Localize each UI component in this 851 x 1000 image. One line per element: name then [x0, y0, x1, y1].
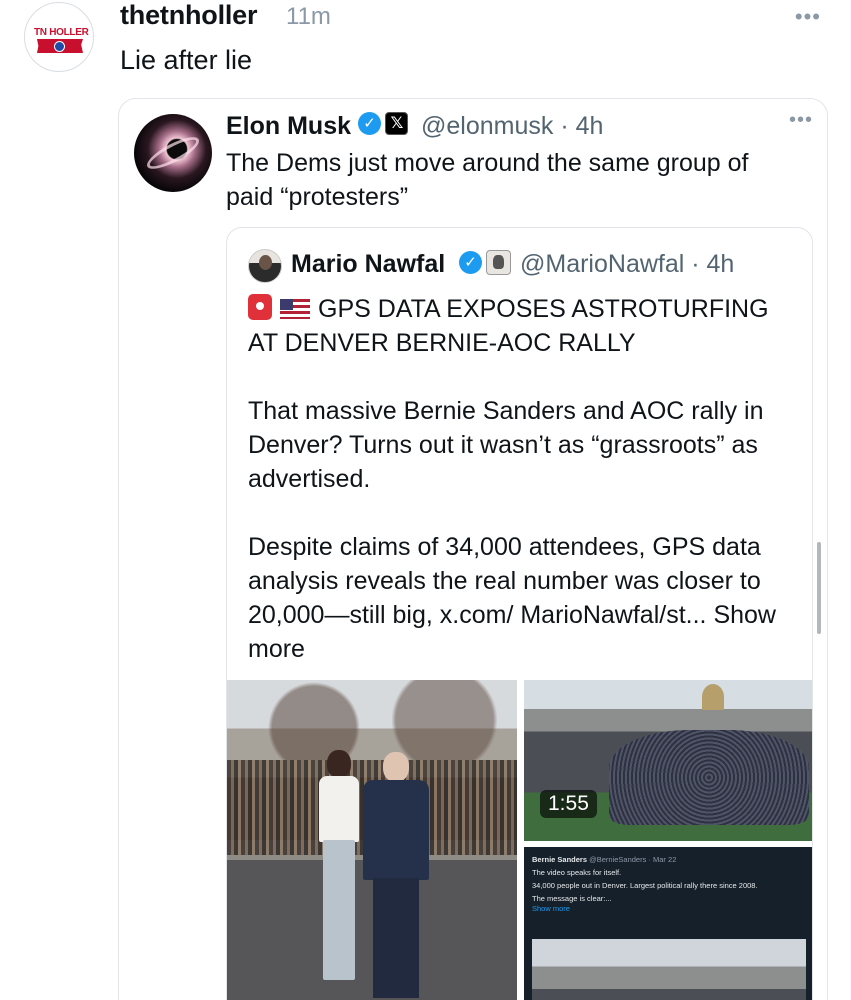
video-duration-badge: 1:55 [540, 790, 597, 818]
embedded-tweet-card: Bernie Sanders @BernieSanders · Mar 22 T… [532, 855, 806, 937]
embedded-tweet-screenshot[interactable]: Bernie Sanders @BernieSanders · Mar 22 T… [524, 847, 812, 1000]
trees-background [227, 680, 517, 760]
embedded-author-name: Bernie Sanders [532, 855, 588, 864]
nested-author-name[interactable]: Mario Nawfal [291, 250, 445, 279]
tn-holler-avatar[interactable]: TN HOLLER [24, 2, 94, 72]
nested-quoted-tweet[interactable]: Mario Nawfal ✓ @MarioNawfal · 4h GPS DAT… [226, 227, 813, 1000]
mario-nawfal-avatar[interactable] [248, 249, 282, 283]
verified-badge-icon: ✓ [459, 251, 482, 274]
x-affiliation-icon: 𝕏 [385, 112, 409, 135]
rally-stage-photo[interactable] [227, 680, 517, 1000]
us-flag-emoji-icon [280, 299, 310, 319]
post-username[interactable]: thetnholler [120, 0, 257, 31]
nested-paragraph-1: That massive Bernie Sanders and AOC rall… [248, 397, 764, 493]
embedded-line-1: The video speaks for itself. [532, 868, 622, 877]
nested-headline: GPS DATA EXPOSES ASTROTURFING AT DENVER … [248, 292, 803, 360]
person-figure-left [315, 750, 363, 1000]
post-more-icon[interactable]: ••• [795, 4, 821, 30]
embedded-line-2: 34,000 people out in Denver. Largest pol… [532, 881, 758, 890]
capitol-dome [702, 684, 724, 710]
quoted-author-handle[interactable]: @elonmusk · 4h [421, 112, 603, 141]
post-text: Lie after lie [120, 45, 253, 75]
avatar-face [259, 255, 272, 270]
nested-author-badges: ✓ [459, 250, 512, 275]
nested-tweet-body: GPS DATA EXPOSES ASTROTURFING AT DENVER … [248, 292, 803, 700]
media-grid: 1:55 Bernie Sanders @BernieSanders · Mar… [227, 680, 812, 1000]
embedded-author-handle: @BernieSanders · Mar 22 [589, 855, 677, 864]
embedded-show-more: Show more [532, 904, 570, 913]
quoted-author-name[interactable]: Elon Musk [226, 112, 351, 141]
verified-badge-icon: ✓ [358, 112, 381, 135]
aerial-crowd-video[interactable]: 1:55 [524, 680, 812, 841]
scrollbar[interactable] [817, 542, 821, 634]
quoted-more-icon[interactable]: ••• [789, 109, 813, 132]
headline-text: GPS DATA EXPOSES ASTROTURFING AT DENVER … [248, 295, 769, 357]
person-figure-right [361, 752, 431, 1000]
embedded-line-3: The message is clear:... [532, 894, 612, 903]
siren-emoji-icon [248, 294, 272, 320]
nested-paragraph-2[interactable]: Despite claims of 34,000 attendees, GPS … [248, 530, 803, 666]
quoted-tweet-text: The Dems just move around the same group… [226, 149, 749, 211]
quoted-tweet[interactable]: Elon Musk ✓ 𝕏 @elonmusk · 4h ••• The Dem… [118, 98, 828, 1000]
avatar-ring-decoration [143, 131, 203, 175]
avatar-logo-text: TN HOLLER [34, 27, 89, 38]
nested-author-handle[interactable]: @MarioNawfal · 4h [520, 250, 734, 279]
crowd-area [609, 730, 809, 825]
affiliate-badge-icon [486, 250, 512, 275]
embedded-tweet-header: Bernie Sanders @BernieSanders · Mar 22 [532, 855, 806, 865]
embedded-crowd-image [532, 939, 806, 1000]
post-time[interactable]: 11m [286, 3, 331, 31]
tennessee-seal-icon [54, 41, 65, 52]
elon-musk-avatar[interactable] [134, 114, 212, 192]
quoted-author-badges: ✓ 𝕏 [358, 112, 409, 135]
